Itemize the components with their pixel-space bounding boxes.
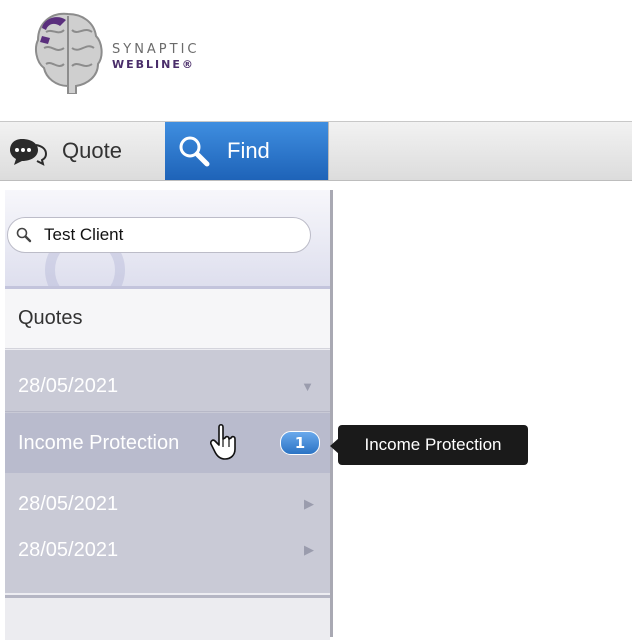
list-item-income-protection[interactable]: Income Protection 1 — [5, 413, 330, 473]
tooltip: Income Protection — [338, 425, 528, 465]
count-badge: 1 — [280, 431, 320, 455]
quotes-list: 28/05/2021 ▼ Income Protection 1 28/05/2… — [5, 350, 330, 593]
tab-find-label: Find — [227, 138, 270, 163]
find-sidebar: Quotes 28/05/2021 ▼ Income Protection 1 … — [5, 190, 333, 640]
chevron-down-icon[interactable]: ▼ — [301, 379, 314, 394]
chevron-right-icon[interactable]: ▶ — [304, 496, 314, 512]
search-input[interactable] — [42, 224, 286, 246]
tab-quote[interactable]: Quote — [0, 122, 165, 180]
brain-logo-icon — [35, 12, 103, 94]
hand-cursor-icon — [210, 423, 236, 460]
tab-find[interactable]: Find — [165, 122, 328, 180]
brand-name-line2: WEBLINE® — [112, 58, 195, 71]
sidebar-lower-panel — [5, 595, 330, 640]
quotes-section-header: Quotes — [5, 289, 330, 349]
search-panel — [5, 190, 330, 289]
list-item-date-group[interactable]: 28/05/2021 ▼ — [5, 362, 330, 412]
main-tabbar: Quote Find — [0, 121, 632, 181]
search-icon — [16, 227, 32, 243]
chat-bubble-icon — [10, 139, 48, 166]
list-item-label: Income Protection — [18, 431, 180, 454]
tab-separator — [328, 122, 329, 180]
list-item-label: 28/05/2021 — [18, 538, 119, 561]
brand-name-line1: SYNAPTIC — [112, 42, 200, 57]
list-item-label: 28/05/2021 — [18, 492, 119, 515]
list-item-date-group[interactable]: 28/05/2021 ▶ — [5, 528, 330, 572]
list-item-date-group[interactable]: 28/05/2021 ▶ — [5, 482, 330, 526]
magnifier-icon — [179, 136, 210, 167]
tab-quote-label: Quote — [62, 138, 122, 163]
search-box[interactable] — [7, 217, 311, 253]
synaptic-webline-logo: SYNAPTIC WEBLINE® — [30, 8, 230, 98]
list-item-label: 28/05/2021 — [18, 375, 119, 397]
chevron-right-icon[interactable]: ▶ — [304, 542, 314, 558]
